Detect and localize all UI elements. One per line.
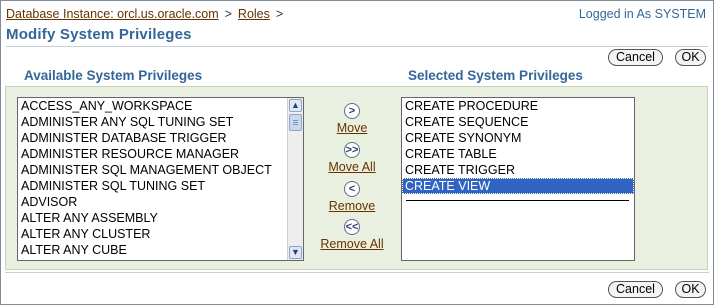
available-privileges-heading: Available System Privileges	[24, 68, 203, 83]
list-item[interactable]: ALTER ANY CLUSTER	[18, 226, 303, 242]
selected-privileges-list[interactable]: CREATE PROCEDURE CREATE SEQUENCE CREATE …	[401, 97, 635, 261]
list-item[interactable]: CREATE TABLE	[402, 146, 634, 162]
title-divider	[6, 46, 708, 47]
ok-button-bottom[interactable]: OK	[675, 281, 706, 298]
remove-all-button[interactable]: << Remove All	[312, 219, 392, 251]
move-button[interactable]: > Move	[312, 103, 392, 135]
breadcrumb: Database Instance: orcl.us.oracle.com > Ro…	[6, 7, 289, 21]
list-item[interactable]: CREATE SYNONYM	[402, 130, 634, 146]
list-item[interactable]: CREATE SEQUENCE	[402, 114, 634, 130]
list-item[interactable]: ADMINISTER SQL MANAGEMENT OBJECT	[18, 162, 303, 178]
list-item[interactable]: CREATE PROCEDURE	[402, 98, 634, 114]
scroll-down-arrow-icon[interactable]: ▼	[289, 246, 302, 259]
available-list-scrollbar[interactable]: ▲ ▼	[287, 98, 303, 260]
list-item[interactable]: CREATE TRIGGER	[402, 162, 634, 178]
list-item-selected[interactable]: CREATE VIEW	[402, 178, 634, 194]
scroll-up-arrow-icon[interactable]: ▲	[289, 99, 302, 112]
breadcrumb-instance-link[interactable]: Database Instance: orcl.us.oracle.com	[6, 7, 219, 21]
move-all-right-icon[interactable]: >>	[344, 142, 360, 158]
remove-left-icon[interactable]: <	[344, 181, 360, 197]
scrollbar-thumb[interactable]	[289, 114, 302, 131]
remove-all-left-icon[interactable]: <<	[344, 219, 360, 235]
remove-link[interactable]: Remove	[329, 199, 376, 213]
remove-button[interactable]: < Remove	[312, 181, 392, 213]
list-item[interactable]: ALTER ANY ASSEMBLY	[18, 210, 303, 226]
breadcrumb-roles-link[interactable]: Roles	[238, 7, 270, 21]
move-right-icon[interactable]: >	[344, 103, 360, 119]
list-item[interactable]: ALTER ANY CUBE	[18, 242, 303, 258]
cancel-button-bottom[interactable]: Cancel	[608, 281, 663, 298]
bottom-divider	[5, 272, 709, 273]
remove-all-link[interactable]: Remove All	[320, 237, 383, 251]
move-all-button[interactable]: >> Move All	[312, 142, 392, 174]
list-item[interactable]: ADMINISTER RESOURCE MANAGER	[18, 146, 303, 162]
list-item[interactable]: ADMINISTER ANY SQL TUNING SET	[18, 114, 303, 130]
list-item[interactable]: ADMINISTER SQL TUNING SET	[18, 178, 303, 194]
available-privileges-list[interactable]: ACCESS_ANY_WORKSPACE ADMINISTER ANY SQL …	[17, 97, 304, 261]
cancel-button-top[interactable]: Cancel	[608, 49, 663, 66]
ok-button-top[interactable]: OK	[675, 49, 706, 66]
list-separator	[406, 200, 629, 201]
list-item[interactable]: ADVISOR	[18, 194, 303, 210]
breadcrumb-separator: >	[224, 7, 232, 21]
list-item[interactable]: ADMINISTER DATABASE TRIGGER	[18, 130, 303, 146]
move-all-link[interactable]: Move All	[328, 160, 375, 174]
logged-in-status: Logged in As SYSTEM	[578, 7, 706, 21]
breadcrumb-trailing-separator: >	[275, 7, 284, 21]
page-title: Modify System Privileges	[6, 26, 192, 43]
selected-privileges-heading: Selected System Privileges	[408, 68, 583, 83]
list-item[interactable]: ACCESS_ANY_WORKSPACE	[18, 98, 303, 114]
move-link[interactable]: Move	[337, 121, 368, 135]
